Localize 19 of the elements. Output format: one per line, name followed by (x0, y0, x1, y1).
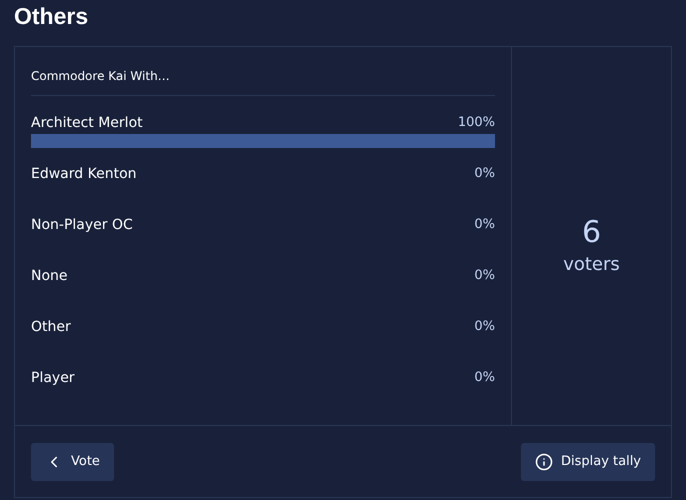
option-label: Player (31, 368, 75, 388)
option-label: Edward Kenton (31, 164, 137, 184)
info-icon (534, 452, 553, 470)
option-percent: 0% (474, 165, 495, 184)
option-label: Architect Merlot (31, 114, 143, 132)
option-percent: 0% (474, 267, 495, 286)
vote-button[interactable]: Vote (31, 442, 114, 480)
voter-count: 6 (582, 214, 602, 250)
section-heading: Others (13, 2, 90, 31)
option-label: None (31, 266, 68, 286)
option-label: Other (31, 318, 71, 336)
option-percent: 0% (474, 369, 495, 388)
option-label: Non-Player OC (31, 216, 133, 234)
option-percent: 100% (458, 114, 495, 132)
poll-question: Commodore Kai With… (31, 47, 495, 96)
display-tally-button[interactable]: Display tally (520, 442, 655, 480)
voter-label: voters (563, 252, 620, 276)
option-percent: 0% (474, 216, 495, 234)
option-percent: 0% (474, 318, 495, 336)
